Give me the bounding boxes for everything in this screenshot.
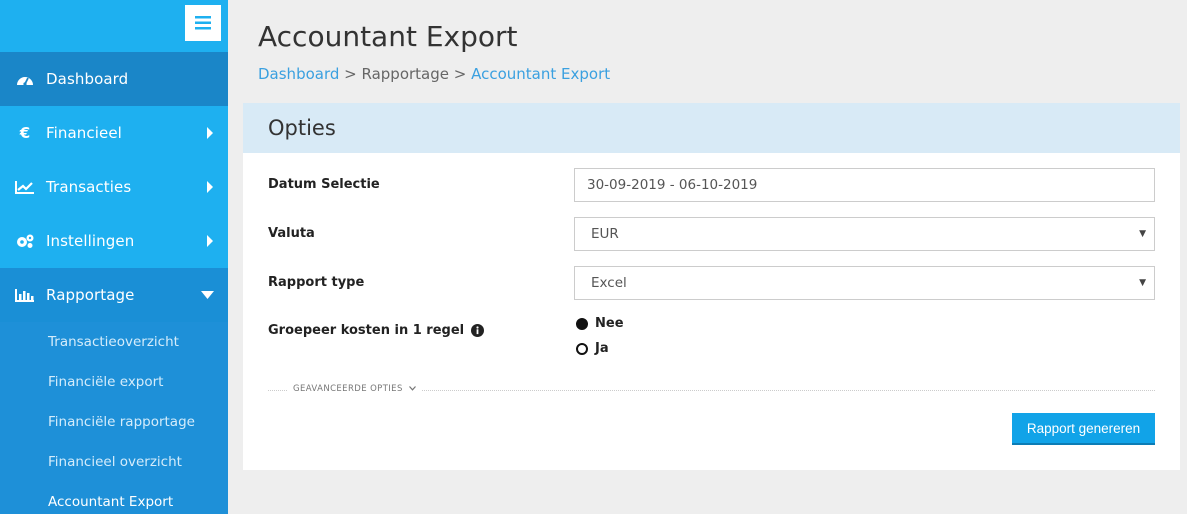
sidebar-item-label: Rapportage bbox=[46, 286, 135, 304]
report-type-label: Rapport type bbox=[268, 275, 365, 290]
breadcrumb-separator: > bbox=[449, 65, 472, 83]
bar-chart-icon bbox=[14, 286, 36, 304]
date-range-input[interactable]: 30-09-2019 - 06-10-2019 bbox=[574, 168, 1155, 202]
submenu-item-financieel-overzicht[interactable]: Financieel overzicht bbox=[0, 442, 228, 482]
breadcrumb-home-link[interactable]: Dashboard bbox=[258, 65, 339, 83]
radio-label: Nee bbox=[595, 316, 624, 331]
advanced-options-divider: GEAVANCEERDE OPTIES bbox=[268, 384, 1155, 394]
radio-option-ja[interactable]: Ja bbox=[576, 341, 609, 356]
currency-label: Valuta bbox=[268, 226, 315, 241]
chevron-right-icon bbox=[207, 127, 213, 139]
sidebar-item-instellingen[interactable]: Instellingen bbox=[0, 214, 228, 268]
gears-icon bbox=[14, 232, 36, 250]
sidebar-item-financieel[interactable]: € Financieel bbox=[0, 106, 228, 160]
line-chart-icon bbox=[14, 178, 36, 196]
panel-title: Opties bbox=[268, 116, 336, 140]
sidebar-header bbox=[0, 0, 228, 52]
breadcrumb: Dashboard > Rapportage > Accountant Expo… bbox=[258, 65, 610, 83]
rapportage-submenu: Transactieoverzicht Financiële export Fi… bbox=[0, 322, 228, 514]
dashboard-icon bbox=[14, 70, 36, 88]
chevron-down-icon bbox=[408, 386, 416, 391]
radio-unchecked-icon[interactable] bbox=[576, 342, 588, 355]
chevron-right-icon bbox=[207, 181, 213, 193]
report-type-select[interactable]: Excel ▼ bbox=[574, 266, 1155, 300]
panel-header: Opties bbox=[243, 103, 1180, 153]
euro-icon: € bbox=[19, 124, 31, 142]
advanced-options-toggle[interactable]: GEAVANCEERDE OPTIES bbox=[287, 384, 422, 394]
group-costs-label: Groepeer kosten in 1 regel bbox=[268, 323, 465, 338]
options-panel: Opties Datum Selectie 30-09-2019 - 06-10… bbox=[243, 103, 1180, 470]
chevron-down-icon bbox=[201, 291, 214, 299]
submenu-item-financiele-rapportage[interactable]: Financiële rapportage bbox=[0, 402, 228, 442]
breadcrumb-separator: > bbox=[339, 65, 362, 83]
chevron-right-icon bbox=[207, 235, 213, 247]
currency-select[interactable]: EUR ▼ bbox=[574, 217, 1155, 251]
sidebar-item-transacties[interactable]: Transacties bbox=[0, 160, 228, 214]
hamburger-icon bbox=[195, 16, 211, 30]
sidebar: Dashboard € Financieel Transacties Inste… bbox=[0, 0, 228, 514]
submenu-item-accountant-export[interactable]: Accountant Export bbox=[0, 482, 228, 514]
currency-value: EUR bbox=[591, 226, 619, 242]
breadcrumb-section: Rapportage bbox=[361, 65, 450, 83]
advanced-options-label: GEAVANCEERDE OPTIES bbox=[293, 384, 403, 394]
date-selection-label: Datum Selectie bbox=[268, 177, 380, 192]
radio-label: Ja bbox=[595, 341, 609, 356]
info-icon[interactable] bbox=[471, 324, 485, 337]
breadcrumb-current-link[interactable]: Accountant Export bbox=[471, 65, 610, 83]
radio-checked-icon[interactable] bbox=[576, 317, 588, 330]
submenu-item-transactieoverzicht[interactable]: Transactieoverzicht bbox=[0, 322, 228, 362]
submenu-item-financiele-export[interactable]: Financiële export bbox=[0, 362, 228, 402]
dropdown-caret-icon: ▼ bbox=[1139, 229, 1146, 239]
sidebar-item-rapportage[interactable]: Rapportage bbox=[0, 268, 228, 322]
group-costs-label-row: Groepeer kosten in 1 regel bbox=[268, 323, 485, 338]
dropdown-caret-icon: ▼ bbox=[1139, 278, 1146, 288]
sidebar-item-label: Dashboard bbox=[46, 70, 129, 88]
sidebar-item-label: Instellingen bbox=[46, 232, 135, 250]
sidebar-item-label: Transacties bbox=[46, 178, 132, 196]
sidebar-item-dashboard[interactable]: Dashboard bbox=[0, 52, 228, 106]
sidebar-item-label: Financieel bbox=[46, 124, 122, 142]
date-range-value: 30-09-2019 - 06-10-2019 bbox=[587, 177, 758, 193]
page-title: Accountant Export bbox=[258, 20, 518, 53]
menu-toggle-button[interactable] bbox=[185, 5, 221, 41]
report-type-value: Excel bbox=[591, 275, 627, 291]
radio-option-nee[interactable]: Nee bbox=[576, 316, 624, 331]
generate-report-button[interactable]: Rapport genereren bbox=[1012, 413, 1155, 445]
